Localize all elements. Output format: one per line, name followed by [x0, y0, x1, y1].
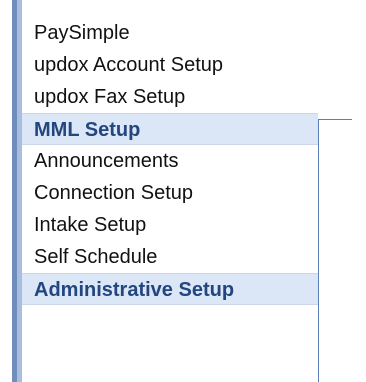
- menu-item-self-schedule[interactable]: Self Schedule: [22, 241, 318, 273]
- menu-panel: PaySimple updox Account Setup updox Fax …: [0, 0, 366, 382]
- dropdown-menu: PaySimple updox Account Setup updox Fax …: [22, 17, 318, 305]
- menu-item-paysimple[interactable]: PaySimple: [22, 17, 318, 49]
- submenu-flyout-edge: [318, 119, 352, 382]
- menu-item-announcements[interactable]: Announcements: [22, 145, 318, 177]
- menu-item-updox-fax-setup[interactable]: updox Fax Setup: [22, 81, 318, 113]
- menu-item-connection-setup[interactable]: Connection Setup: [22, 177, 318, 209]
- menu-section-mml-setup: MML Setup: [22, 113, 318, 145]
- menu-left-rail: [12, 0, 22, 382]
- menu-item-intake-setup[interactable]: Intake Setup: [22, 209, 318, 241]
- menu-section-administrative-setup: Administrative Setup: [22, 273, 318, 305]
- menu-item-updox-account-setup[interactable]: updox Account Setup: [22, 49, 318, 81]
